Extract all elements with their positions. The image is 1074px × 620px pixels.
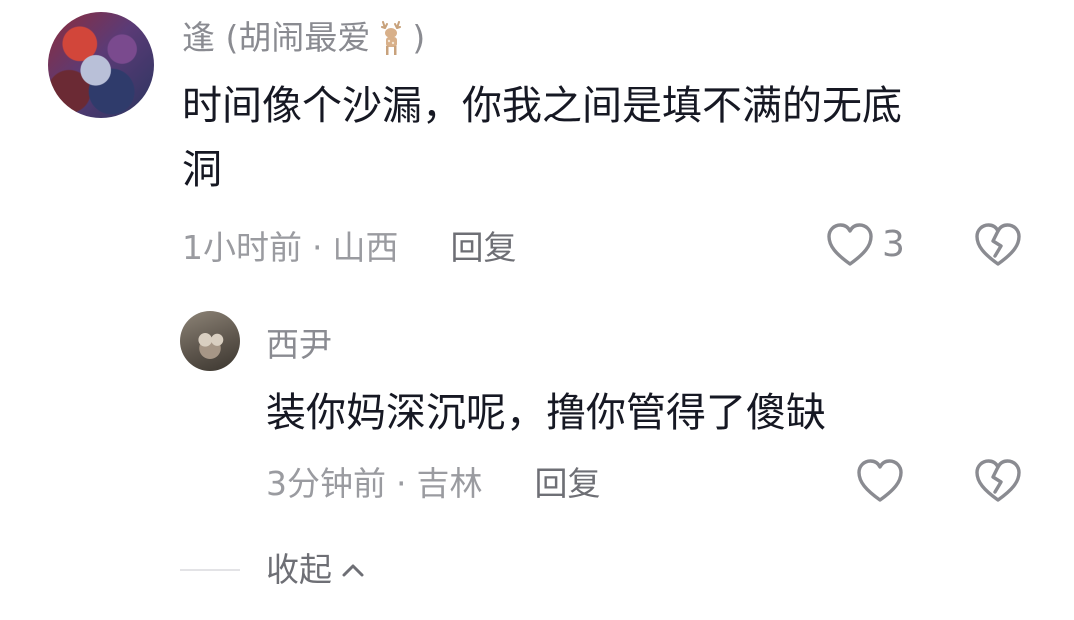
like-button[interactable]: 3 xyxy=(826,222,905,268)
meta-separator: · xyxy=(312,228,323,267)
reply-time: 3分钟前 xyxy=(266,464,386,503)
comment-location: 山西 xyxy=(332,228,399,267)
comment-username[interactable]: 逢 (胡闹最爱 ) xyxy=(182,18,425,58)
username-text: 逢 (胡闹最爱 xyxy=(182,18,371,57)
like-button[interactable] xyxy=(856,458,904,504)
comment-text-line: 洞 xyxy=(182,147,222,193)
comment-meta: 1小时前 · 山西 回复 xyxy=(182,228,517,268)
reply-meta: 3分钟前 · 吉林 回复 xyxy=(266,464,601,504)
broken-heart-icon[interactable] xyxy=(974,222,1022,268)
avatar[interactable] xyxy=(48,12,154,118)
heart-outline-icon xyxy=(856,458,904,504)
comment-text-line: 时间像个沙漏，你我之间是填不满的无底 xyxy=(182,83,902,129)
heart-outline-icon xyxy=(826,222,874,268)
deer-emoji-icon xyxy=(374,18,408,58)
comment-text: 时间像个沙漏，你我之间是填不满的无底 洞 xyxy=(182,74,1002,202)
reply-button[interactable]: 回复 xyxy=(535,464,601,504)
comment-time: 1小时前 xyxy=(182,228,302,267)
collapse-label: 收起 xyxy=(266,550,332,589)
like-count: 3 xyxy=(882,224,905,265)
avatar[interactable] xyxy=(180,311,240,371)
broken-heart-icon[interactable] xyxy=(974,458,1022,504)
chevron-up-icon xyxy=(338,555,368,585)
reply-username[interactable]: 西尹 xyxy=(266,325,332,365)
collapse-divider xyxy=(180,569,240,571)
reply-text: 装你妈深沉呢，撸你管得了傻缺 xyxy=(266,390,826,436)
reply-button[interactable]: 回复 xyxy=(451,228,517,268)
meta-separator: · xyxy=(396,464,407,503)
reply-location: 吉林 xyxy=(416,464,483,503)
collapse-button[interactable]: 收起 xyxy=(266,550,368,590)
username-close: ) xyxy=(412,18,426,57)
